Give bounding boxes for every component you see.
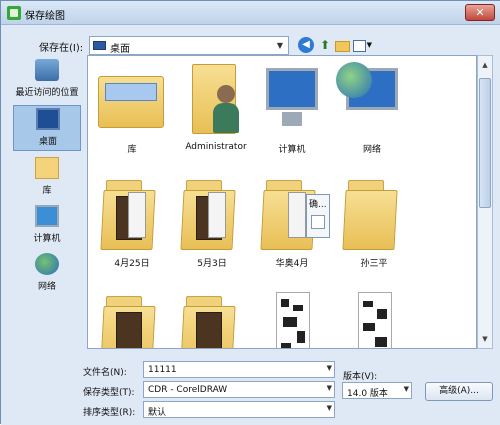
place-label: 库 bbox=[42, 186, 52, 196]
chevron-down-icon: ▼ bbox=[366, 41, 372, 49]
file-item-label: 4月25日 bbox=[114, 259, 150, 269]
user-folder-icon bbox=[192, 64, 239, 134]
file-item-folder[interactable]: 孙三平 bbox=[334, 172, 414, 284]
title-bar: 保存绘图 ✕ bbox=[1, 1, 500, 25]
scroll-down-icon[interactable]: ▼ bbox=[479, 332, 491, 346]
file-item-libraries[interactable]: 库 bbox=[92, 58, 172, 170]
image-thumbnail-icon bbox=[276, 292, 310, 348]
savetype-dropdown[interactable]: CDR - CorelDRAW ▼ bbox=[143, 381, 335, 398]
savetype-label: 保存类型(T): bbox=[83, 388, 135, 398]
version-label: 版本(V): bbox=[343, 372, 378, 382]
app-icon bbox=[7, 6, 21, 20]
file-item-administrator[interactable]: Administrator bbox=[176, 58, 256, 170]
version-value: 14.0 版本 bbox=[347, 389, 388, 399]
savetype-value: CDR - CorelDRAW bbox=[148, 385, 228, 395]
file-item-image[interactable] bbox=[252, 288, 332, 348]
file-list: 库 Administrator 计算机 网络 4月25日 5月3日 华奥4月 孙… bbox=[87, 55, 477, 349]
place-label: 计算机 bbox=[33, 234, 61, 244]
chevron-down-icon[interactable]: ▼ bbox=[327, 404, 332, 412]
views-menu-icon[interactable]: ▼ bbox=[352, 37, 372, 53]
computer-icon bbox=[35, 205, 59, 227]
chevron-down-icon[interactable]: ▼ bbox=[272, 37, 288, 54]
folder-icon bbox=[180, 180, 238, 250]
scroll-thumb[interactable] bbox=[479, 78, 491, 208]
sorttype-value: 默认 bbox=[148, 408, 167, 418]
file-item-label: 5月3日 bbox=[197, 259, 227, 269]
version-dropdown[interactable]: 14.0 版本 ▼ bbox=[342, 382, 412, 399]
filename-label: 文件名(N): bbox=[83, 368, 127, 378]
filename-value: 11111 bbox=[148, 365, 177, 375]
sorttype-label: 排序类型(R): bbox=[83, 408, 136, 418]
scroll-up-icon[interactable]: ▲ bbox=[479, 58, 491, 72]
computer-icon bbox=[266, 68, 318, 110]
save-dialog: 保存绘图 ✕ 保存在(I): 桌面 ▼ ◀ ⬆ ▼ 最近访问的位置 桌面 库 计… bbox=[0, 0, 500, 425]
place-desktop[interactable]: 桌面 bbox=[13, 105, 81, 151]
folder-icon bbox=[342, 180, 400, 250]
lookin-label: 保存在(I): bbox=[39, 43, 84, 54]
place-computer[interactable]: 计算机 bbox=[13, 203, 81, 249]
file-item-label: 华奥4月 bbox=[275, 259, 309, 269]
up-folder-icon[interactable]: ⬆ bbox=[317, 37, 333, 53]
recent-places-icon bbox=[35, 59, 59, 81]
place-network[interactable]: 网络 bbox=[13, 251, 81, 297]
library-icon bbox=[35, 157, 59, 179]
file-item-label: 孙三平 bbox=[360, 259, 388, 269]
lookin-value: 桌面 bbox=[110, 44, 130, 55]
advanced-button[interactable]: 高级(A)... bbox=[425, 382, 493, 401]
sorttype-dropdown[interactable]: 默认 ▼ bbox=[143, 401, 335, 418]
place-recent[interactable]: 最近访问的位置 bbox=[13, 57, 81, 103]
dialog-content: 保存在(I): 桌面 ▼ ◀ ⬆ ▼ 最近访问的位置 桌面 库 计算机 网络 库… bbox=[1, 25, 500, 425]
new-folder-icon[interactable] bbox=[334, 37, 350, 53]
file-item-label: 网络 bbox=[362, 145, 381, 155]
chevron-down-icon[interactable]: ▼ bbox=[327, 384, 332, 392]
window-title: 保存绘图 bbox=[25, 11, 65, 22]
vertical-scrollbar[interactable]: ▲ ▼ bbox=[477, 55, 493, 349]
file-item-folder[interactable]: 5月3日 bbox=[172, 172, 252, 284]
folder-icon bbox=[180, 296, 238, 348]
folder-icon bbox=[100, 296, 158, 348]
back-icon[interactable]: ◀ bbox=[298, 37, 314, 53]
file-item-label: 计算机 bbox=[278, 145, 306, 155]
library-folder-icon bbox=[98, 76, 164, 128]
file-item-folder[interactable] bbox=[92, 288, 172, 348]
place-label: 网络 bbox=[37, 282, 56, 292]
popup-checkbox[interactable] bbox=[311, 215, 325, 229]
lookin-dropdown[interactable]: 桌面 ▼ bbox=[89, 36, 289, 55]
chevron-down-icon[interactable]: ▼ bbox=[327, 364, 332, 372]
file-item-computer[interactable]: 计算机 bbox=[252, 58, 332, 170]
network-icon bbox=[35, 253, 59, 275]
place-label: 最近访问的位置 bbox=[15, 88, 79, 98]
file-item-folder[interactable]: 4月25日 bbox=[92, 172, 172, 284]
close-button[interactable]: ✕ bbox=[465, 4, 495, 21]
chevron-down-icon[interactable]: ▼ bbox=[404, 385, 409, 393]
desktop-icon bbox=[36, 108, 60, 130]
file-item-label: Administrator bbox=[185, 142, 247, 152]
file-item-image[interactable] bbox=[334, 288, 414, 348]
folder-icon bbox=[100, 180, 158, 250]
place-libraries[interactable]: 库 bbox=[13, 155, 81, 201]
places-bar: 最近访问的位置 桌面 库 计算机 网络 bbox=[11, 57, 83, 357]
file-item-network[interactable]: 网络 bbox=[332, 58, 412, 170]
file-item-folder[interactable] bbox=[172, 288, 252, 348]
place-label: 桌面 bbox=[38, 137, 57, 147]
confirm-popup[interactable]: 确... bbox=[306, 194, 330, 238]
popup-text: 确... bbox=[309, 200, 327, 210]
file-item-label: 库 bbox=[127, 145, 137, 155]
image-thumbnail-icon bbox=[358, 292, 392, 348]
globe-icon bbox=[336, 62, 372, 98]
filename-field[interactable]: 11111 ▼ bbox=[143, 361, 335, 378]
desktop-icon bbox=[93, 41, 106, 50]
